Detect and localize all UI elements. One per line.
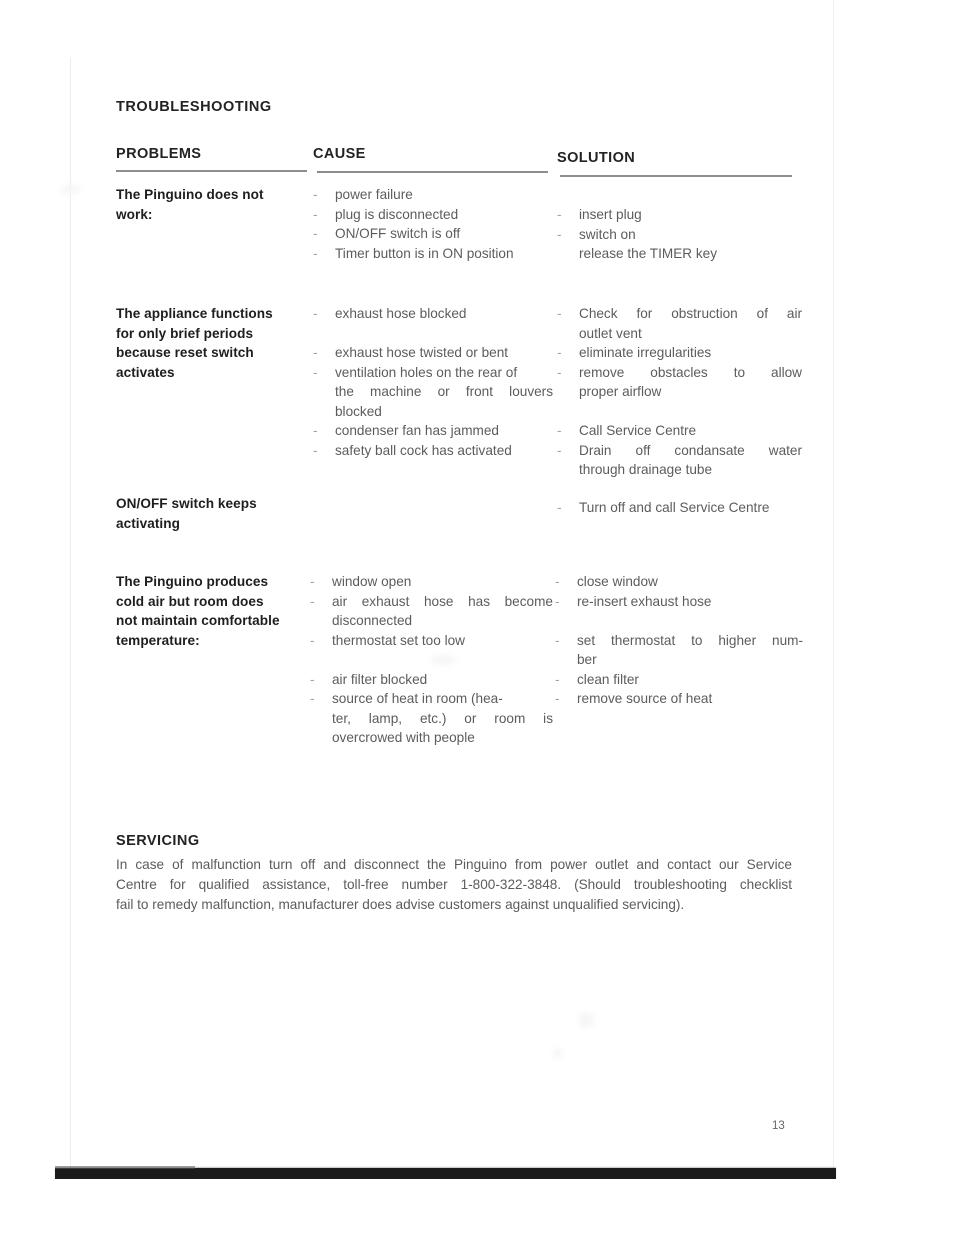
table-row-cause-list: - window open - air exhaust hose has beco… xyxy=(310,572,553,748)
column-header-problems: PROBLEMS xyxy=(116,146,202,162)
list-item: - remove source of heat xyxy=(555,689,803,709)
list-item: - insert plug xyxy=(557,205,802,225)
list-item: - Timer button is in ON position xyxy=(313,244,553,264)
dash-bullet-icon: - xyxy=(313,423,318,438)
dash-bullet-icon: - xyxy=(555,574,560,589)
table-row-cause-list: - power failure - plug is disconnected - ON… xyxy=(313,185,553,263)
list-item: - source of heat in room (hea- ter, lamp… xyxy=(310,689,553,748)
list-item: - condenser fan has jammed xyxy=(313,421,553,441)
list-item: - air filter blocked xyxy=(310,670,553,690)
page-title: TROUBLESHOOTING xyxy=(116,99,272,115)
list-item: - air exhaust hose has become disconnect… xyxy=(310,592,553,631)
list-item: - eliminate irregularities xyxy=(557,343,802,363)
list-item: - clean filter xyxy=(555,670,803,690)
dash-bullet-icon: - xyxy=(557,226,562,242)
table-row-problem: ON/OFF switch keeps activating xyxy=(116,496,257,531)
dash-bullet-icon: - xyxy=(313,187,318,202)
list-item: -release the TIMER key xyxy=(557,244,802,264)
list-item: - power failure xyxy=(313,185,553,205)
list-item: - Check for obstruction of air outlet ve… xyxy=(557,304,802,343)
dash-bullet-icon: - xyxy=(555,691,560,706)
column-rule-solution xyxy=(560,175,792,177)
dash-bullet-icon: - xyxy=(555,593,560,609)
list-item: - plug is disconnected xyxy=(313,205,553,225)
list-item: - Call Service Centre xyxy=(557,421,802,441)
servicing-body: In case of malfunction turn off and disc… xyxy=(116,857,792,912)
column-header-solution: SOLUTION xyxy=(557,150,636,166)
list-item: - re-insert exhaust hose xyxy=(555,592,803,612)
list-item: - ON/OFF switch is off xyxy=(313,224,553,244)
list-item: - window open xyxy=(310,572,553,592)
list-item: - exhaust hose twisted or bent xyxy=(313,343,553,363)
list-item: - Drain off condansate water through dra… xyxy=(557,441,802,480)
servicing-heading: SERVICING xyxy=(116,833,200,849)
dash-bullet-icon: - xyxy=(557,442,562,458)
dash-bullet-icon: - xyxy=(313,364,318,380)
list-item: - thermostat set too low xyxy=(310,631,553,651)
list-item: - Turn off and call Service Centre xyxy=(557,498,807,518)
dash-bullet-icon: - xyxy=(313,306,318,321)
dash-bullet-icon: - xyxy=(557,345,562,360)
dash-bullet-icon: - xyxy=(557,423,562,438)
table-row-problem: The Pinguino does not work: xyxy=(116,187,264,222)
dash-bullet-icon: - xyxy=(313,206,318,222)
list-item: - switch on xyxy=(557,225,802,245)
dash-bullet-icon: - xyxy=(557,364,562,380)
dash-bullet-icon: - xyxy=(313,345,318,360)
page-number: 13 xyxy=(772,1120,785,1132)
table-row-solution-list: - close window - re-insert exhaust hose - … xyxy=(555,572,803,709)
document-content: TROUBLESHOOTING PROBLEMS CAUSE SOLUTION … xyxy=(0,0,954,1235)
table-row-problem: The Pinguino produces cold air but room … xyxy=(116,574,280,648)
dash-bullet-icon: - xyxy=(557,306,562,321)
list-item: - exhaust hose blocked xyxy=(313,304,553,324)
dash-bullet-icon: - xyxy=(555,671,560,687)
dash-bullet-icon: - xyxy=(557,244,579,264)
dash-bullet-icon: - xyxy=(313,442,318,458)
dash-bullet-icon: - xyxy=(313,245,318,261)
list-item: - safety ball cock has activated xyxy=(313,441,553,461)
dash-bullet-icon: - xyxy=(310,691,315,706)
dash-bullet-icon: - xyxy=(557,500,562,515)
dash-bullet-icon: - xyxy=(310,671,315,687)
column-rule-problems xyxy=(116,170,307,172)
table-row-cause-list: - exhaust hose blocked - exhaust hose twis… xyxy=(313,304,553,460)
table-row-solution-list: - Turn off and call Service Centre xyxy=(557,498,807,518)
dash-bullet-icon: - xyxy=(310,593,315,609)
column-rule-cause xyxy=(317,171,548,173)
dash-bullet-icon: - xyxy=(310,574,315,589)
table-row-problem: The appliance functions for only brief p… xyxy=(116,306,273,380)
table-row-solution-list: - Check for obstruction of air outlet ve… xyxy=(557,304,802,480)
dash-bullet-icon: - xyxy=(313,226,318,241)
list-item: - ventilation holes on the rear of the m… xyxy=(313,363,553,422)
column-header-cause: CAUSE xyxy=(313,146,366,162)
dash-bullet-icon: - xyxy=(310,632,315,648)
table-row-solution-list: -insert plug -switch on -release the TIM… xyxy=(557,205,802,264)
dash-bullet-icon: - xyxy=(557,207,562,222)
list-item: - remove obstacles to allow proper airfl… xyxy=(557,363,802,402)
dash-bullet-icon: - xyxy=(555,632,560,648)
list-item: - close window xyxy=(555,572,803,592)
list-item: - set thermostat to higher num- ber xyxy=(555,631,803,670)
